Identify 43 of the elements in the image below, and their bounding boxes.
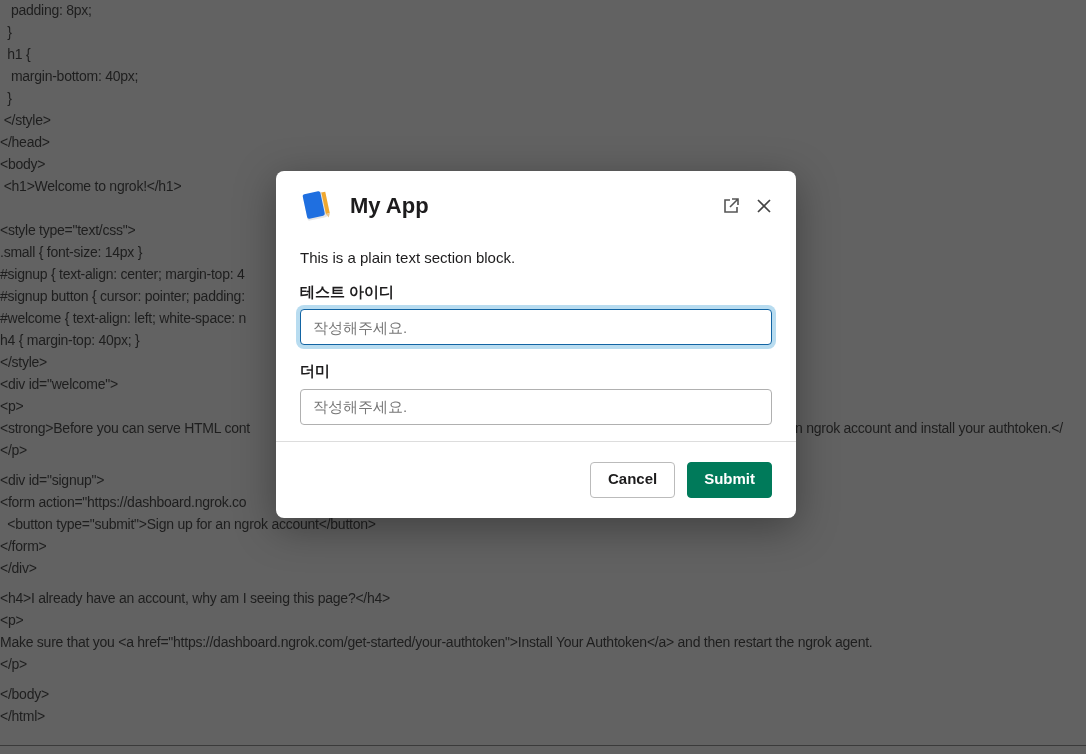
code-line: <div id="signup"> <box>0 471 105 490</box>
code-line: </head> <box>0 133 50 152</box>
dialog-title: My App <box>350 192 429 220</box>
code-line: Make sure that you <a href="https://dashboard.ngrok.com/get-started/your-authtoken">Install Your Authtoken</a> and then restart the ngrok agent. <box>0 633 873 652</box>
code-line: margin-bottom: 40px; <box>9 67 139 86</box>
code-line: #signup { text-align: center; margin-top: 4 <box>0 265 245 284</box>
code-line: padding: 8px; <box>9 1 92 20</box>
code-line: <style type="text/css"> <box>0 221 136 240</box>
code-line: <body> <box>0 155 46 174</box>
code-line: <strong>Before you can serve HTML cont <box>0 419 251 438</box>
code-line: </style> <box>2 111 51 130</box>
cancel-button[interactable]: Cancel <box>589 461 676 498</box>
field-label: 더미 <box>300 361 330 381</box>
code-line: <h4>I already have an account, why am I seeing this page?</h4> <box>0 589 390 608</box>
code-line: h4 { margin-top: 40px; } <box>0 331 140 350</box>
field-label: 테스트 아이디 <box>300 281 395 302</box>
code-line: <form action="https://dashboard.ngrok.co <box>0 493 247 512</box>
code-line: n ngrok account and install your authtoken.</ <box>795 419 1063 438</box>
code-line: #signup button { cursor: pointer; padding: <box>0 287 245 306</box>
code-line: .small { font-size: 14px } <box>0 243 143 262</box>
close-icon[interactable] <box>756 198 772 214</box>
code-line: </html> <box>0 707 45 726</box>
input-field[interactable]: 작성해주세요. <box>300 309 772 345</box>
code-line: </p> <box>0 441 28 460</box>
submit-button[interactable]: Submit <box>687 461 772 498</box>
code-line: <p> <box>0 611 24 630</box>
code-line: h1 { <box>6 45 31 64</box>
notebook-icon <box>300 190 332 222</box>
external-link-icon[interactable] <box>722 197 740 215</box>
code-line: </form> <box>0 537 47 556</box>
code-line: <button type="submit">Sign up for an ngrok account</button> <box>6 515 376 534</box>
code-line: <h1>Welcome to ngrok!</h1> <box>2 177 182 196</box>
code-line: <div id="welcome"> <box>0 375 118 394</box>
code-line: #welcome { text-align: left; white-space: n <box>0 309 247 328</box>
code-line: </style> <box>0 353 48 372</box>
code-line: </body> <box>0 685 49 704</box>
code-line: } <box>6 89 12 108</box>
code-line: </p> <box>0 655 28 674</box>
section-text: This is a plain text section block. <box>300 248 517 268</box>
code-line: </div> <box>0 559 37 578</box>
input-field[interactable]: 작성해주세요. <box>300 388 772 425</box>
code-line: } <box>6 23 12 42</box>
code-line: <p> <box>0 397 24 416</box>
